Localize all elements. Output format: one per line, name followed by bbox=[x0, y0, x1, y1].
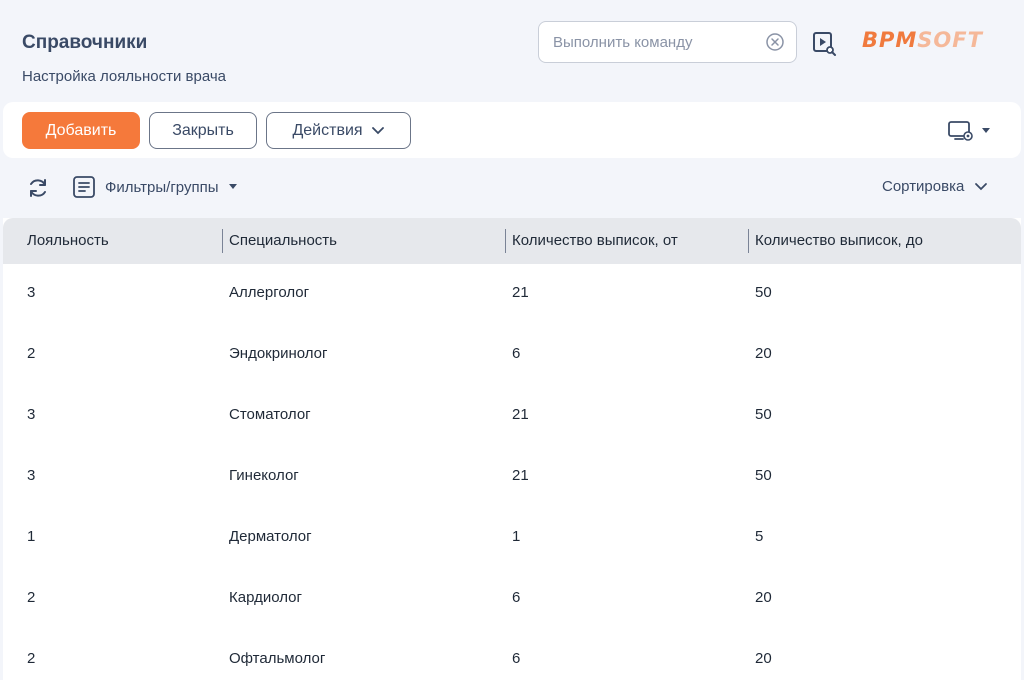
actions-dropdown-button[interactable]: Действия bbox=[266, 112, 411, 149]
cell-count-to: 50 bbox=[755, 284, 772, 301]
column-header-specialty[interactable]: Специальность bbox=[229, 232, 337, 249]
play-search-icon bbox=[813, 32, 836, 56]
bpmsoft-logo: BPMSOFT bbox=[862, 28, 983, 52]
table-row[interactable]: 2 Эндокринолог 6 20 bbox=[3, 325, 1021, 386]
column-resizer[interactable] bbox=[505, 229, 506, 253]
cell-loyalty: 1 bbox=[27, 528, 36, 545]
cell-loyalty: 2 bbox=[27, 345, 36, 362]
cell-count-from: 6 bbox=[512, 345, 521, 362]
caret-down-icon bbox=[982, 128, 990, 133]
data-grid: Лояльность Специальность Количество выпи… bbox=[3, 218, 1021, 680]
cell-count-to: 5 bbox=[755, 528, 764, 545]
cell-specialty: Офтальмолог bbox=[229, 650, 326, 667]
table-row[interactable]: 3 Стоматолог 21 50 bbox=[3, 386, 1021, 447]
process-run-button[interactable] bbox=[810, 29, 838, 57]
clear-circle-icon bbox=[766, 33, 784, 51]
page-header: Справочники Настройка лояльности врача B… bbox=[0, 0, 1024, 102]
filters-groups-button[interactable]: Фильтры/группы bbox=[72, 175, 238, 199]
cell-count-to: 20 bbox=[755, 589, 772, 606]
command-input[interactable] bbox=[553, 33, 764, 51]
cell-count-from: 21 bbox=[512, 467, 529, 484]
refresh-icon bbox=[30, 179, 46, 197]
column-header-count-from[interactable]: Количество выписок, от bbox=[512, 232, 678, 249]
command-box bbox=[538, 21, 797, 63]
monitor-gear-icon bbox=[948, 121, 973, 141]
cell-specialty: Гинеколог bbox=[229, 467, 299, 484]
cell-specialty: Стоматолог bbox=[229, 406, 311, 423]
chevron-down-icon bbox=[371, 126, 384, 134]
cell-specialty: Кардиолог bbox=[229, 589, 302, 606]
column-header-loyalty[interactable]: Лояльность bbox=[27, 232, 109, 249]
cell-loyalty: 3 bbox=[27, 406, 36, 423]
cell-specialty: Дерматолог bbox=[229, 528, 312, 545]
cell-count-from: 21 bbox=[512, 406, 529, 423]
cell-count-from: 1 bbox=[512, 528, 521, 545]
table-row[interactable]: 2 Офтальмолог 6 20 bbox=[3, 630, 1021, 680]
action-toolbar: Добавить Закрыть Действия bbox=[3, 102, 1021, 158]
filters-label: Фильтры/группы bbox=[105, 178, 219, 196]
cell-count-from: 6 bbox=[512, 589, 521, 606]
column-resizer[interactable] bbox=[222, 229, 223, 253]
actions-label: Действия bbox=[292, 121, 363, 139]
cell-loyalty: 2 bbox=[27, 650, 36, 667]
close-button[interactable]: Закрыть bbox=[149, 112, 257, 149]
view-settings-button[interactable] bbox=[947, 118, 999, 144]
cell-count-to: 50 bbox=[755, 467, 772, 484]
cell-count-to: 50 bbox=[755, 406, 772, 423]
table-row[interactable]: 2 Кардиолог 6 20 bbox=[3, 569, 1021, 630]
sort-label: Сортировка bbox=[882, 178, 965, 195]
table-row[interactable]: 3 Аллерголог 21 50 bbox=[3, 264, 1021, 325]
filter-bar: Фильтры/группы Сортировка bbox=[0, 168, 1024, 208]
cell-count-from: 6 bbox=[512, 650, 521, 667]
add-button[interactable]: Добавить bbox=[22, 112, 140, 149]
grid-header: Лояльность Специальность Количество выпи… bbox=[3, 218, 1021, 264]
page-title: Справочники bbox=[22, 32, 148, 53]
table-row[interactable]: 1 Дерматолог 1 5 bbox=[3, 508, 1021, 569]
cell-loyalty: 3 bbox=[27, 284, 36, 301]
clear-command-button[interactable] bbox=[764, 31, 786, 53]
column-resizer[interactable] bbox=[748, 229, 749, 253]
cell-specialty: Аллерголог bbox=[229, 284, 310, 301]
table-row[interactable]: 3 Гинеколог 21 50 bbox=[3, 447, 1021, 508]
cell-loyalty: 2 bbox=[27, 589, 36, 606]
filter-list-icon bbox=[73, 176, 95, 198]
caret-down-icon bbox=[228, 184, 237, 189]
cell-count-to: 20 bbox=[755, 650, 772, 667]
cell-count-from: 21 bbox=[512, 284, 529, 301]
page-subtitle: Настройка лояльности врача bbox=[22, 68, 226, 85]
column-header-count-to[interactable]: Количество выписок, до bbox=[755, 232, 923, 249]
refresh-button[interactable] bbox=[26, 176, 50, 200]
cell-count-to: 20 bbox=[755, 345, 772, 362]
cell-specialty: Эндокринолог bbox=[229, 345, 328, 362]
cell-loyalty: 3 bbox=[27, 467, 36, 484]
sort-button[interactable]: Сортировка bbox=[882, 178, 988, 195]
chevron-down-icon bbox=[975, 182, 988, 190]
